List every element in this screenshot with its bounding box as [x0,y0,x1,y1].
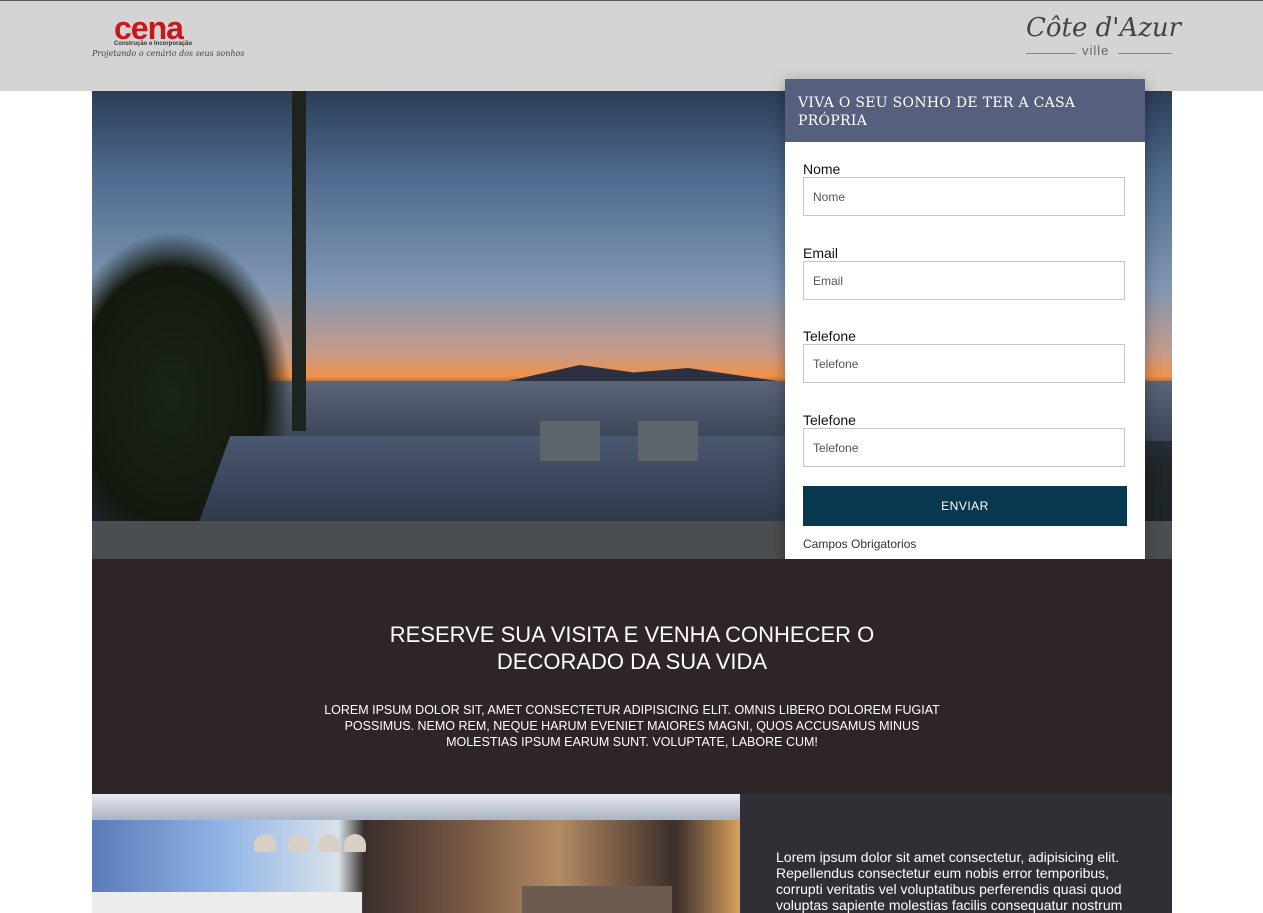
email-label: Email [803,245,839,261]
description-panel: Lorem ipsum dolor sit amet consectetur, … [740,794,1172,913]
cena-logo[interactable]: cena Construção e Incorporação Projetand… [92,10,244,63]
phone-input-2[interactable] [803,428,1125,467]
promo-text: LOREM IPSUM DOLOR SIT, AMET CONSECTETUR … [324,703,940,749]
cote-dazur-wordmark: Côte d'Azur [1026,13,1182,43]
hero-chair [540,421,600,461]
cena-logo-subtitle: Construção e Incorporação [114,41,193,47]
site-header: cena Construção e Incorporação Projetand… [0,1,1263,91]
hero-chair [638,421,698,461]
phone-input[interactable] [803,344,1125,383]
cote-dazur-logo[interactable]: Côte d'Azur ville [1026,13,1181,61]
logo-divider-right [1118,53,1172,54]
pendant-lamp [344,834,366,852]
hero-palm-trunk [292,91,306,431]
description-text: Lorem ipsum dolor sit amet consectetur, … [776,849,1123,913]
cena-logo-wordmark: cena [114,10,184,46]
form-header: VIVA O SEU SONHO DE TER A CASA PRÓPRIA [785,79,1145,142]
cena-logo-tagline: Projetando o cenário dos seus sonhos [92,49,245,58]
visit-promo-section: RESERVE SUA VISITA E VENHA CONHECER O DE… [92,559,1172,794]
contact-form: VIVA O SEU SONHO DE TER A CASA PRÓPRIA N… [785,79,1145,571]
promo-title: RESERVE SUA VISITA E VENHA CONHECER O DE… [389,622,875,674]
pendant-lamp [288,834,310,852]
pendant-lamp [254,834,276,852]
submit-button[interactable]: ENVIAR [803,486,1127,526]
interior-counter [92,892,362,913]
phone-label: Telefone [803,328,856,344]
required-fields-note: Campos Obrigatorios [803,537,917,551]
name-label: Nome [803,161,841,177]
logo-divider-left [1026,53,1076,54]
name-input[interactable] [803,177,1125,216]
interior-ceiling [92,794,740,820]
cote-dazur-subtitle: ville [1082,43,1110,58]
phone-label-2: Telefone [803,412,856,428]
interior-sofa [522,886,672,913]
interior-image [92,794,740,913]
pendant-lamp [318,834,340,852]
email-input[interactable] [803,261,1125,300]
form-title: VIVA O SEU SONHO DE TER A CASA PRÓPRIA [798,95,1076,129]
